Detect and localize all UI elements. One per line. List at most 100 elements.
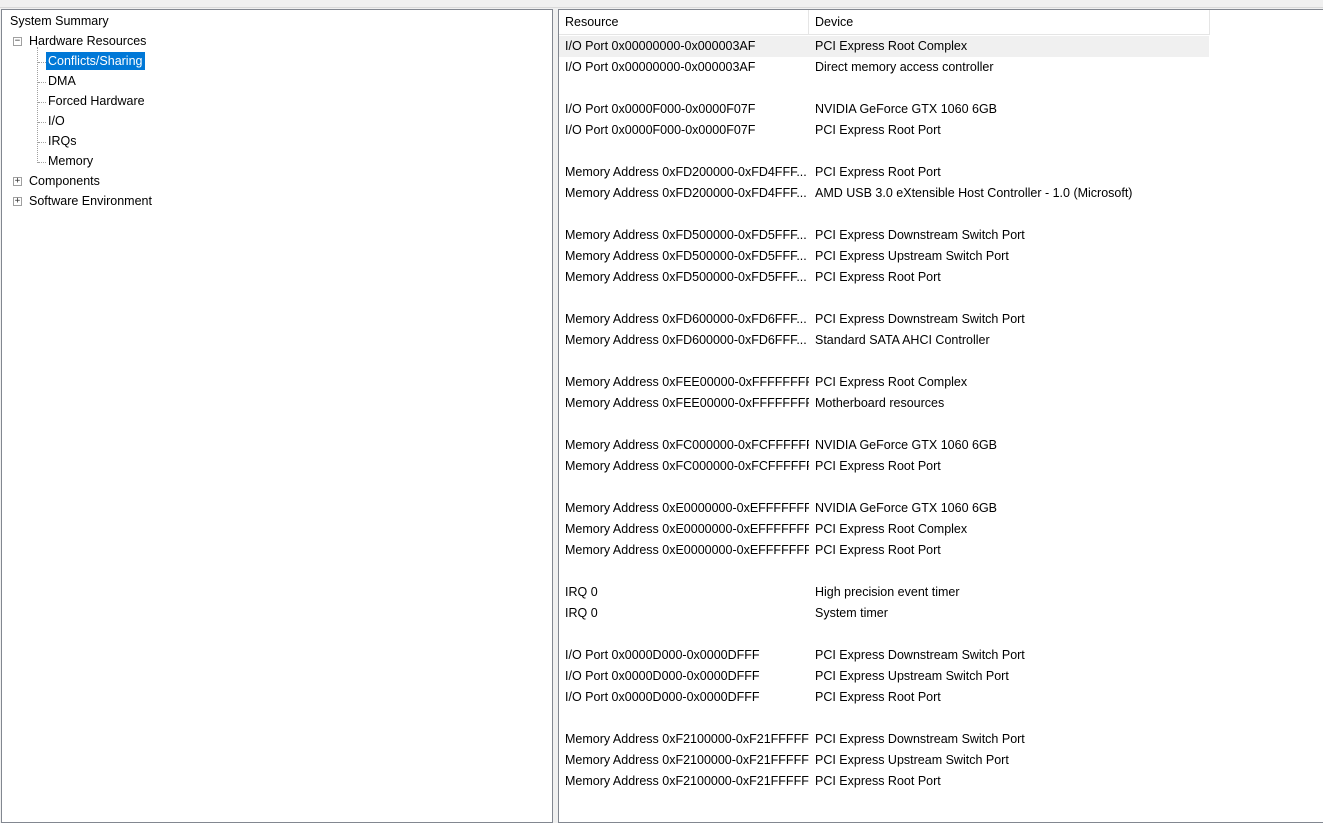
tree-node-memory[interactable]: Memory xyxy=(46,152,95,170)
table-row[interactable] xyxy=(559,204,1209,225)
table-row[interactable] xyxy=(559,477,1209,498)
table-row[interactable] xyxy=(559,414,1209,435)
resource-cell: Memory Address 0xE0000000-0xEFFFFFFF xyxy=(565,501,809,515)
tree-label[interactable]: Memory xyxy=(46,152,95,170)
table-row[interactable]: Memory Address 0xFD500000-0xFD5FFF... PCI… xyxy=(559,246,1209,267)
expand-icon[interactable]: + xyxy=(13,177,22,186)
table-row[interactable]: Memory Address 0xF2100000-0xF21FFFFF PCI … xyxy=(559,750,1209,771)
tree-node-system-summary[interactable]: System Summary xyxy=(8,12,111,30)
table-row[interactable]: Memory Address 0xF2100000-0xF21FFFFF PCI … xyxy=(559,729,1209,750)
resource-cell: Memory Address 0xFC000000-0xFCFFFFFF xyxy=(565,438,809,452)
device-cell: NVIDIA GeForce GTX 1060 6GB xyxy=(815,438,998,452)
resource-cell: I/O Port 0x0000D000-0x0000DFFF xyxy=(565,690,760,704)
table-row[interactable]: Memory Address 0xF2100000-0xF21FFFFF PCI … xyxy=(559,771,1209,792)
table-row[interactable]: I/O Port 0x0000F000-0x0000F07F PCI Expres… xyxy=(559,120,1209,141)
tree-label[interactable]: Conflicts/Sharing xyxy=(46,52,145,70)
resource-cell: Memory Address 0xFD200000-0xFD4FFF... xyxy=(565,186,807,200)
device-cell: PCI Express Upstream Switch Port xyxy=(815,669,1009,683)
collapse-icon[interactable]: − xyxy=(13,37,22,46)
device-cell: PCI Express Root Complex xyxy=(815,39,968,53)
resource-cell: Memory Address 0xFEE00000-0xFFFFFFFF xyxy=(565,396,809,410)
table-row[interactable] xyxy=(559,351,1209,372)
table-row[interactable]: I/O Port 0x0000D000-0x0000DFFF PCI Expres… xyxy=(559,687,1209,708)
device-cell: AMD USB 3.0 eXtensible Host Controller -… xyxy=(815,186,1133,200)
tree-connector xyxy=(38,122,46,123)
device-cell: PCI Express Downstream Switch Port xyxy=(815,228,1025,242)
table-row[interactable] xyxy=(559,78,1209,99)
tree-label[interactable]: Hardware Resources xyxy=(27,32,148,50)
table-row[interactable] xyxy=(559,561,1209,582)
tree-label[interactable]: I/O xyxy=(46,112,67,130)
table-row[interactable]: Memory Address 0xE0000000-0xEFFFFFFF PCI … xyxy=(559,519,1209,540)
resource-cell: Memory Address 0xF2100000-0xF21FFFFF xyxy=(565,732,809,746)
table-row[interactable]: I/O Port 0x0000D000-0x0000DFFF PCI Expres… xyxy=(559,645,1209,666)
tree-node-dma[interactable]: DMA xyxy=(46,72,78,90)
resource-cell: Memory Address 0xE0000000-0xEFFFFFFF xyxy=(565,522,809,536)
tree-node-components[interactable]: Components xyxy=(27,172,102,190)
table-row[interactable]: Memory Address 0xFD600000-0xFD6FFF... PCI… xyxy=(559,309,1209,330)
table-row[interactable]: Memory Address 0xFEE00000-0xFFFFFFFF PCI … xyxy=(559,372,1209,393)
column-header-resource[interactable]: Resource xyxy=(559,10,809,34)
table-row[interactable]: Memory Address 0xFD200000-0xFD4FFF... PCI… xyxy=(559,162,1209,183)
table-row[interactable] xyxy=(559,624,1209,645)
device-cell: PCI Express Downstream Switch Port xyxy=(815,648,1025,662)
resource-cell: Memory Address 0xFD600000-0xFD6FFF... xyxy=(565,333,807,347)
table-row[interactable] xyxy=(559,708,1209,729)
tree-node-conflicts-sharing[interactable]: Conflicts/Sharing xyxy=(46,52,145,70)
device-cell: PCI Express Root Port xyxy=(815,543,941,557)
column-header-device[interactable]: Device xyxy=(809,10,1210,34)
tree-node-forced-hardware[interactable]: Forced Hardware xyxy=(46,92,147,110)
table-row[interactable]: I/O Port 0x0000D000-0x0000DFFF PCI Expres… xyxy=(559,666,1209,687)
tree-node-io[interactable]: I/O xyxy=(46,112,67,130)
table-row[interactable] xyxy=(559,288,1209,309)
tree-connector xyxy=(38,62,46,63)
device-cell: System timer xyxy=(815,606,888,620)
resource-cell: Memory Address 0xFD200000-0xFD4FFF... xyxy=(565,165,807,179)
resource-cell: Memory Address 0xFD600000-0xFD6FFF... xyxy=(565,312,807,326)
table-row[interactable]: I/O Port 0x00000000-0x000003AF Direct mem… xyxy=(559,57,1209,78)
table-row[interactable]: Memory Address 0xFEE00000-0xFFFFFFFF Moth… xyxy=(559,393,1209,414)
table-row[interactable]: Memory Address 0xFC000000-0xFCFFFFFF PCI … xyxy=(559,456,1209,477)
table-row[interactable]: Memory Address 0xFD600000-0xFD6FFF... Sta… xyxy=(559,330,1209,351)
tree-node-software-environment[interactable]: Software Environment xyxy=(27,192,154,210)
category-tree[interactable]: System Summary − Hardware Resources Conf… xyxy=(1,9,553,823)
list-header: Resource Device xyxy=(559,10,1210,35)
resource-list[interactable]: Resource Device I/O Port 0x00000000-0x00… xyxy=(558,9,1323,823)
table-row[interactable]: IRQ 0 System timer xyxy=(559,603,1209,624)
resource-cell: Memory Address 0xF2100000-0xF21FFFFF xyxy=(565,753,809,767)
device-cell: PCI Express Root Port xyxy=(815,270,941,284)
tree-label[interactable]: Software Environment xyxy=(27,192,154,210)
device-cell: High precision event timer xyxy=(815,585,960,599)
tree-label[interactable]: Components xyxy=(27,172,102,190)
table-row[interactable]: Memory Address 0xFD500000-0xFD5FFF... PCI… xyxy=(559,225,1209,246)
resource-cell: IRQ 0 xyxy=(565,606,598,620)
resource-cell: Memory Address 0xFD500000-0xFD5FFF... xyxy=(565,228,807,242)
tree-label[interactable]: IRQs xyxy=(46,132,78,150)
table-row[interactable]: IRQ 0 High precision event timer xyxy=(559,582,1209,603)
tree-node-irqs[interactable]: IRQs xyxy=(46,132,78,150)
table-row[interactable]: Memory Address 0xFC000000-0xFCFFFFFF NVID… xyxy=(559,435,1209,456)
resource-cell: I/O Port 0x0000F000-0x0000F07F xyxy=(565,102,756,116)
device-cell: NVIDIA GeForce GTX 1060 6GB xyxy=(815,102,998,116)
table-row[interactable]: I/O Port 0x00000000-0x000003AF PCI Expres… xyxy=(559,36,1209,57)
device-cell: Motherboard resources xyxy=(815,396,945,410)
expand-icon[interactable]: + xyxy=(13,197,22,206)
device-cell: PCI Express Root Port xyxy=(815,123,941,137)
table-row[interactable]: Memory Address 0xE0000000-0xEFFFFFFF NVID… xyxy=(559,498,1209,519)
resource-cell: Memory Address 0xFD500000-0xFD5FFF... xyxy=(565,270,807,284)
tree-label[interactable]: Forced Hardware xyxy=(46,92,147,110)
table-row[interactable] xyxy=(559,141,1209,162)
device-cell: PCI Express Upstream Switch Port xyxy=(815,249,1009,263)
table-row[interactable]: I/O Port 0x0000F000-0x0000F07F NVIDIA GeF… xyxy=(559,99,1209,120)
tree-label[interactable]: DMA xyxy=(46,72,78,90)
tree-label[interactable]: System Summary xyxy=(8,12,111,30)
device-cell: PCI Express Upstream Switch Port xyxy=(815,753,1009,767)
table-row[interactable]: Memory Address 0xE0000000-0xEFFFFFFF PCI … xyxy=(559,540,1209,561)
resource-cell: IRQ 0 xyxy=(565,585,598,599)
resource-cell: I/O Port 0x0000F000-0x0000F07F xyxy=(565,123,756,137)
table-row[interactable]: Memory Address 0xFD200000-0xFD4FFF... AMD… xyxy=(559,183,1209,204)
table-row[interactable]: Memory Address 0xFD500000-0xFD5FFF... PCI… xyxy=(559,267,1209,288)
device-cell: PCI Express Root Port xyxy=(815,459,941,473)
tree-node-hardware-resources[interactable]: Hardware Resources xyxy=(27,32,148,50)
device-cell: PCI Express Root Port xyxy=(815,165,941,179)
